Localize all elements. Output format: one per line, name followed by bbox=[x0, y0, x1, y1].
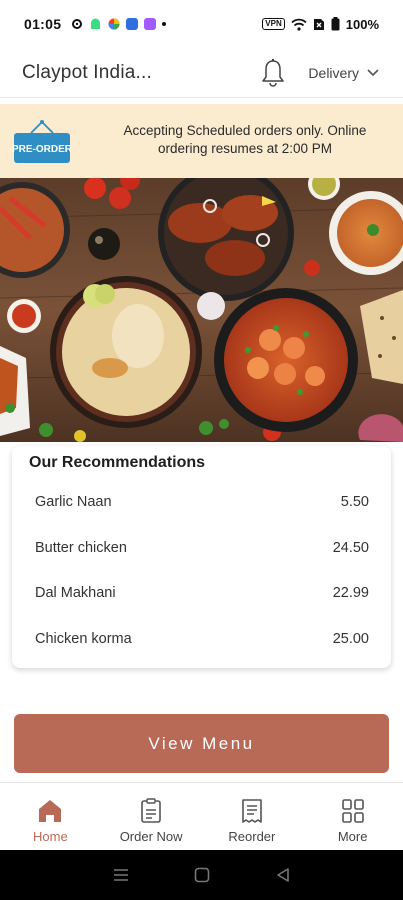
nav-more[interactable]: More bbox=[302, 783, 403, 850]
item-name: Dal Makhani bbox=[35, 585, 116, 601]
item-price: 24.50 bbox=[332, 540, 369, 556]
bell-icon[interactable] bbox=[260, 58, 286, 88]
wifi-icon bbox=[291, 18, 307, 31]
view-menu-button[interactable]: View Menu bbox=[14, 714, 389, 773]
chevron-down-icon bbox=[367, 68, 379, 76]
system-navigation-bar bbox=[0, 850, 403, 900]
recommendation-item[interactable]: Garlic Naan 5.50 bbox=[35, 494, 369, 510]
settings-gear-icon bbox=[72, 19, 83, 29]
pre-order-sign-icon: PRE-ORDER bbox=[13, 120, 71, 163]
status-right: VPN 100% bbox=[262, 17, 379, 32]
hero-food-image bbox=[0, 178, 403, 442]
delivery-mode-dropdown[interactable]: Delivery bbox=[308, 65, 379, 81]
more-dot-icon bbox=[162, 22, 167, 26]
battery-icon bbox=[331, 17, 340, 31]
order-clipboard-icon bbox=[141, 798, 161, 823]
nav-order-now[interactable]: Order Now bbox=[101, 783, 202, 850]
restaurant-title[interactable]: Claypot India... bbox=[22, 62, 152, 84]
recommendations-card: Our Recommendations Garlic Naan 5.50 But… bbox=[12, 446, 391, 668]
food-spread-illustration bbox=[0, 178, 403, 442]
back-icon[interactable] bbox=[276, 867, 290, 883]
item-name: Garlic Naan bbox=[35, 494, 112, 510]
app-notification-icon bbox=[108, 18, 120, 30]
recent-apps-icon[interactable] bbox=[113, 868, 129, 882]
recommendation-item[interactable]: Chicken korma 25.00 bbox=[35, 631, 369, 647]
schedule-banner: PRE-ORDER Accepting Scheduled orders onl… bbox=[0, 104, 403, 178]
nav-reorder-label: Reorder bbox=[228, 829, 276, 844]
recommendation-item[interactable]: Dal Makhani 22.99 bbox=[35, 585, 369, 601]
home-button-icon[interactable] bbox=[194, 867, 210, 883]
messenger-icon bbox=[126, 18, 139, 30]
item-price: 22.99 bbox=[332, 585, 369, 601]
vpn-badge: VPN bbox=[262, 18, 285, 30]
android-icon bbox=[91, 18, 101, 29]
app-header: Claypot India... Delivery bbox=[0, 48, 403, 98]
notification-icons bbox=[71, 18, 167, 30]
item-name: Chicken korma bbox=[35, 631, 132, 647]
battery-percent: 100% bbox=[345, 16, 379, 32]
app-icon bbox=[144, 18, 157, 30]
no-sim-icon bbox=[313, 18, 324, 30]
item-price: 25.00 bbox=[332, 631, 369, 647]
pre-order-badge-text: PRE-ORDER bbox=[13, 144, 71, 155]
recommendations-title: Our Recommendations bbox=[29, 454, 206, 471]
status-bar: 01:05 VPN 100% bbox=[0, 0, 403, 48]
nav-home[interactable]: Home bbox=[0, 783, 101, 850]
item-price: 5.50 bbox=[340, 494, 369, 510]
bottom-navigation: Home Order Now Reorder More bbox=[0, 782, 403, 850]
banner-message: Accepting Scheduled orders only. Online … bbox=[123, 123, 367, 156]
recommendation-item[interactable]: Butter chicken 24.50 bbox=[35, 540, 369, 556]
nav-home-label: Home bbox=[33, 829, 68, 844]
nav-reorder[interactable]: Reorder bbox=[202, 783, 303, 850]
home-icon bbox=[39, 800, 62, 822]
receipt-icon bbox=[242, 799, 262, 823]
delivery-label: Delivery bbox=[308, 64, 359, 81]
grid-icon bbox=[341, 799, 364, 823]
item-name: Butter chicken bbox=[35, 540, 127, 556]
nav-more-label: More bbox=[337, 829, 368, 844]
nav-order-now-label: Order Now bbox=[119, 829, 183, 844]
status-time: 01:05 bbox=[24, 16, 62, 32]
